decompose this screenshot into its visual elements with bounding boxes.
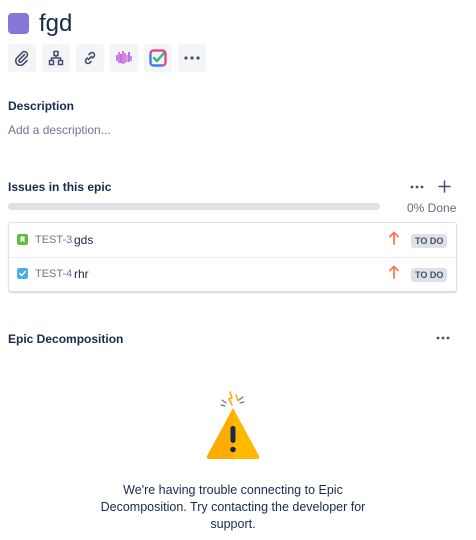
issue-summary[interactable]: rhr	[74, 267, 89, 281]
status-badge[interactable]: TO DO	[411, 268, 448, 282]
issue-row[interactable]: TEST-4 rhr TO DO	[9, 257, 456, 291]
attach-icon	[14, 50, 29, 66]
more-icon[interactable]	[410, 185, 424, 189]
epic-decomposition-error: We're having trouble connecting to Epic …	[100, 483, 366, 531]
task-icon	[17, 268, 28, 279]
issue-key[interactable]: TEST-4	[35, 268, 72, 280]
issue-type-color-swatch	[8, 13, 29, 34]
priority-high-icon	[389, 265, 399, 279]
epic-progress-label: 0% Done	[407, 201, 457, 215]
issue-title[interactable]: fgd	[39, 9, 72, 39]
status-badge[interactable]: TO DO	[411, 234, 448, 248]
checklist-app-icon	[149, 49, 167, 67]
app-pixel-icon	[116, 51, 132, 64]
epic-issues-actions	[410, 180, 451, 193]
epic-issues-label: Issues in this epic	[8, 180, 112, 194]
checklist-app-button[interactable]	[144, 44, 172, 72]
more-actions-button[interactable]	[178, 44, 206, 72]
app-pixel-button[interactable]	[110, 44, 138, 72]
attach-button[interactable]	[8, 44, 36, 72]
more-icon	[184, 56, 200, 60]
link-issue-icon	[84, 51, 96, 65]
priority-high-icon	[389, 231, 399, 245]
add-icon[interactable]	[438, 180, 451, 193]
add-child-issue-button[interactable]	[42, 44, 70, 72]
issue-toolbar	[8, 44, 206, 72]
child-issue-icon	[48, 50, 64, 66]
issue-row[interactable]: TEST-3 gds TO DO	[9, 223, 456, 258]
epic-decomposition-label: Epic Decomposition	[8, 332, 124, 346]
epic-issue-list: TEST-3 gds TO DO TEST-4 rhr TO DO	[8, 222, 457, 292]
link-issue-button[interactable]	[76, 44, 104, 72]
description-label: Description	[8, 99, 75, 113]
story-icon	[17, 234, 28, 245]
more-icon[interactable]	[436, 336, 450, 340]
issue-key[interactable]: TEST-3	[35, 234, 72, 246]
description-placeholder[interactable]: Add a description...	[8, 123, 111, 137]
warning-illustration	[206, 391, 260, 460]
epic-progress-bar	[8, 203, 380, 210]
issue-summary[interactable]: gds	[74, 233, 93, 247]
